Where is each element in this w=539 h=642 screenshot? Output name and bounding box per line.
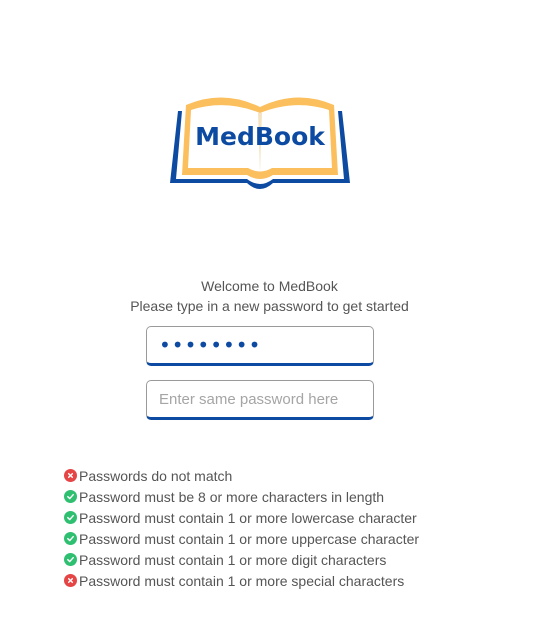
logo-wordmark: MedBook [195,122,326,151]
x-circle-icon [64,469,77,482]
check-circle-icon [64,511,77,524]
requirement-text: Password must contain 1 or more special … [79,572,405,589]
password-requirements-list: Passwords do not match Password must be … [64,465,524,591]
requirement-item: Password must contain 1 or more special … [64,570,524,591]
welcome-message: Welcome to MedBook Please type in a new … [0,276,539,316]
new-password-input[interactable] [146,326,374,366]
requirement-item: Password must contain 1 or more uppercas… [64,528,524,549]
requirement-text: Password must contain 1 or more uppercas… [79,530,420,547]
check-circle-icon [64,553,77,566]
requirement-item: Password must be 8 or more characters in… [64,486,524,507]
check-circle-icon [64,490,77,503]
requirement-text: Passwords do not match [79,467,233,484]
medbook-logo: MedBook [170,97,350,189]
requirement-text: Password must contain 1 or more digit ch… [79,551,387,568]
requirement-item: Passwords do not match [64,465,524,486]
welcome-subtitle: Please type in a new password to get sta… [130,298,409,314]
check-circle-icon [64,532,77,545]
welcome-title: Welcome to MedBook [201,278,338,294]
requirement-item: Password must contain 1 or more lowercas… [64,507,524,528]
x-circle-icon [64,574,77,587]
confirm-password-input[interactable] [146,380,374,420]
requirement-item: Password must contain 1 or more digit ch… [64,549,524,570]
requirement-text: Password must contain 1 or more lowercas… [79,509,417,526]
requirement-text: Password must be 8 or more characters in… [79,488,385,505]
